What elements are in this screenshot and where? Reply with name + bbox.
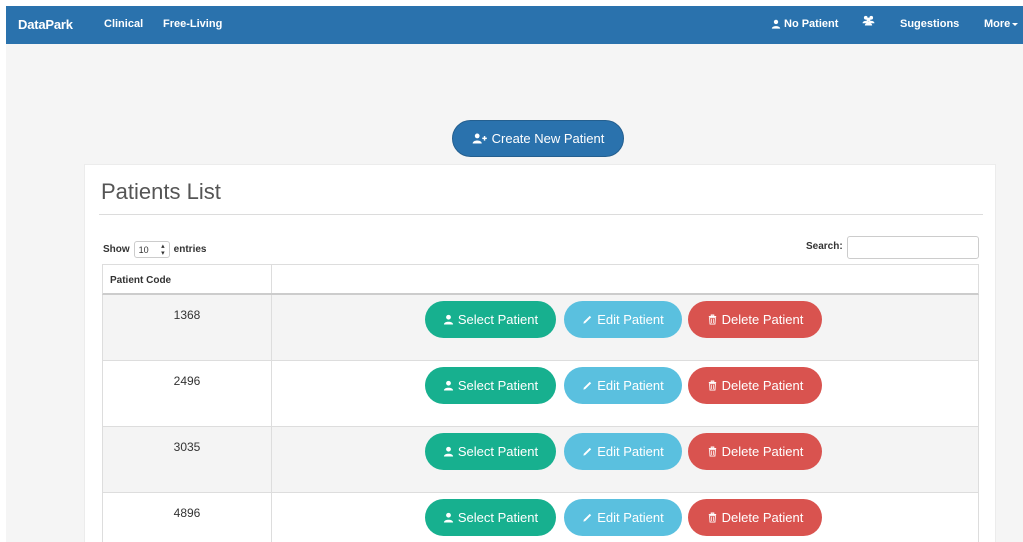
actions-cell: Select Patient Edit Patient Delete Patie… bbox=[272, 427, 978, 492]
nav-no-patient-label: No Patient bbox=[784, 18, 839, 30]
entries-select[interactable]: 10 ▴ ▾ bbox=[133, 241, 170, 258]
select-patient-label: Select Patient bbox=[457, 312, 539, 327]
user-icon bbox=[771, 19, 781, 29]
table-row: 1368 Select Patient Edit Patient Delete … bbox=[102, 295, 979, 361]
select-patient-button[interactable]: Select Patient bbox=[425, 367, 556, 404]
select-patient-label: Select Patient bbox=[457, 510, 539, 525]
nav-clinical[interactable]: Clinical bbox=[104, 18, 143, 30]
pencil-icon bbox=[583, 315, 592, 324]
nav-more-label: More bbox=[984, 18, 1011, 30]
trash-icon bbox=[708, 512, 716, 523]
table-row: 3035 Select Patient Edit Patient Delete … bbox=[102, 427, 979, 493]
edit-patient-label: Edit Patient bbox=[597, 312, 664, 327]
entries-label: entries bbox=[173, 244, 207, 255]
user-icon bbox=[443, 380, 453, 391]
patient-code-cell: 2496 bbox=[103, 361, 272, 426]
patients-panel: Patients List Show 10 ▴ ▾ entries Search:… bbox=[84, 164, 996, 542]
table-body: 1368 Select Patient Edit Patient Delete … bbox=[102, 295, 979, 542]
edit-patient-label: Edit Patient bbox=[597, 444, 664, 459]
select-patient-button[interactable]: Select Patient bbox=[425, 499, 556, 536]
delete-patient-button[interactable]: Delete Patient bbox=[688, 433, 822, 470]
nav-free-living[interactable]: Free-Living bbox=[163, 18, 222, 30]
actions-cell: Select Patient Edit Patient Delete Patie… bbox=[272, 295, 978, 360]
nav-sugestions[interactable]: Sugestions bbox=[900, 18, 959, 30]
show-label: Show bbox=[103, 244, 130, 255]
column-header-patient-code[interactable]: Patient Code bbox=[103, 265, 272, 293]
select-patient-button[interactable]: Select Patient bbox=[425, 301, 556, 338]
actions-cell: Select Patient Edit Patient Delete Patie… bbox=[272, 493, 978, 542]
trash-icon bbox=[708, 380, 716, 391]
create-new-patient-label: Create New Patient bbox=[491, 131, 605, 146]
select-arrows-icon: ▴ ▾ bbox=[161, 242, 165, 257]
delete-patient-label: Delete Patient bbox=[721, 510, 804, 525]
patients-table: Patient Code 1368 Select Patient Edit Pa… bbox=[102, 264, 979, 542]
trash-icon bbox=[708, 446, 716, 457]
delete-patient-label: Delete Patient bbox=[721, 378, 804, 393]
delete-patient-button[interactable]: Delete Patient bbox=[688, 499, 822, 536]
edit-patient-label: Edit Patient bbox=[597, 510, 664, 525]
table-row: 2496 Select Patient Edit Patient Delete … bbox=[102, 361, 979, 427]
nav-more-dropdown[interactable]: More bbox=[984, 18, 1019, 30]
nav-group-link[interactable] bbox=[862, 15, 875, 29]
edit-patient-button[interactable]: Edit Patient bbox=[564, 499, 682, 536]
brand-logo[interactable]: DataPark bbox=[18, 17, 73, 32]
title-divider bbox=[99, 214, 983, 215]
users-icon bbox=[862, 15, 875, 26]
page-title: Patients List bbox=[101, 179, 221, 204]
create-new-patient-button[interactable]: Create New Patient bbox=[452, 120, 624, 157]
edit-patient-label: Edit Patient bbox=[597, 378, 664, 393]
top-navbar: DataPark Clinical Free-Living No Patient… bbox=[6, 6, 1023, 44]
user-plus-icon bbox=[472, 133, 487, 144]
user-icon bbox=[443, 314, 453, 325]
search-input[interactable] bbox=[847, 236, 979, 259]
pencil-icon bbox=[583, 513, 592, 522]
actions-cell: Select Patient Edit Patient Delete Patie… bbox=[272, 361, 978, 426]
delete-patient-label: Delete Patient bbox=[721, 444, 804, 459]
user-icon bbox=[443, 512, 453, 523]
edit-patient-button[interactable]: Edit Patient bbox=[564, 433, 682, 470]
table-header: Patient Code bbox=[102, 264, 979, 295]
page-length-control: Show 10 ▴ ▾ entries bbox=[103, 241, 206, 258]
user-icon bbox=[443, 446, 453, 457]
patient-code-cell: 3035 bbox=[103, 427, 272, 492]
patient-code-cell: 4896 bbox=[103, 493, 272, 542]
entries-select-value: 10 bbox=[138, 244, 149, 255]
edit-patient-button[interactable]: Edit Patient bbox=[564, 301, 682, 338]
select-patient-button[interactable]: Select Patient bbox=[425, 433, 556, 470]
column-header-actions bbox=[272, 265, 978, 293]
select-patient-label: Select Patient bbox=[457, 444, 539, 459]
trash-icon bbox=[708, 314, 716, 325]
delete-patient-button[interactable]: Delete Patient bbox=[688, 367, 822, 404]
search-label: Search: bbox=[806, 241, 843, 252]
select-patient-label: Select Patient bbox=[457, 378, 539, 393]
edit-patient-button[interactable]: Edit Patient bbox=[564, 367, 682, 404]
caret-down-icon bbox=[1012, 22, 1019, 26]
pencil-icon bbox=[583, 447, 592, 456]
pencil-icon bbox=[583, 381, 592, 390]
delete-patient-button[interactable]: Delete Patient bbox=[688, 301, 822, 338]
table-row: 4896 Select Patient Edit Patient Delete … bbox=[102, 493, 979, 542]
patient-code-cell: 1368 bbox=[103, 295, 272, 360]
nav-no-patient[interactable]: No Patient bbox=[771, 18, 838, 30]
delete-patient-label: Delete Patient bbox=[721, 312, 804, 327]
